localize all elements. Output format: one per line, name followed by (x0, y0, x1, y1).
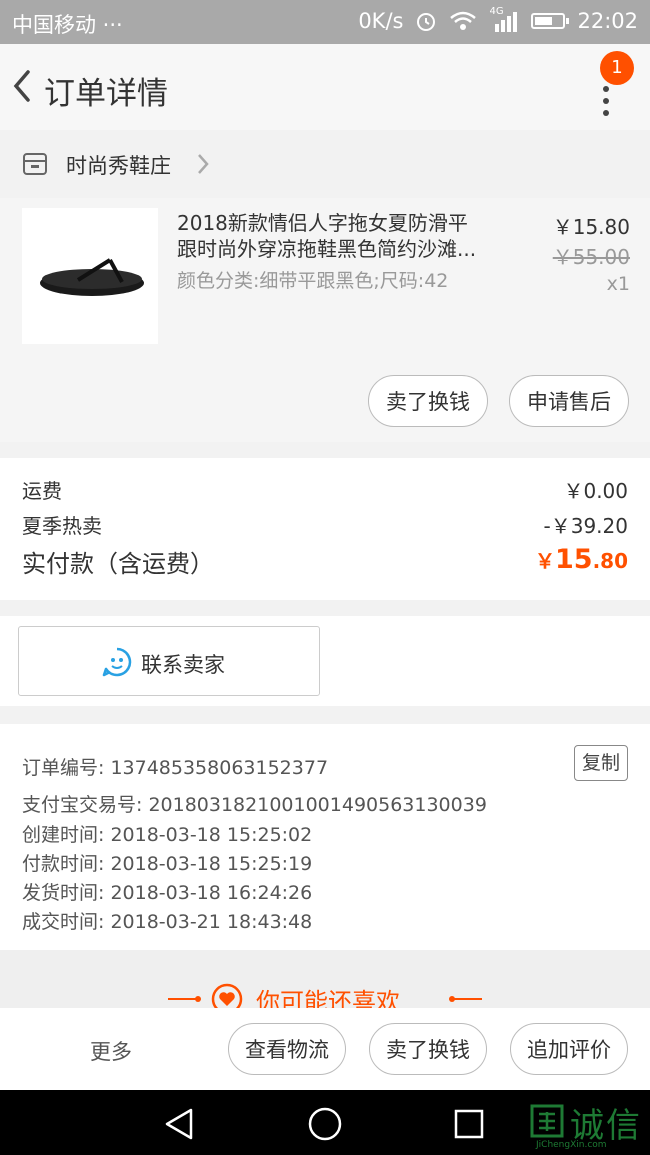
product-thumbnail[interactable] (22, 208, 158, 344)
back-arrow-icon[interactable] (8, 66, 38, 106)
app-header: 订单详情 (0, 44, 650, 130)
contact-seller-button[interactable]: 联系卖家 (18, 626, 320, 696)
contact-seller-label: 联系卖家 (141, 653, 225, 677)
alarm-icon (417, 13, 436, 31)
more-button[interactable]: 更多 (90, 1036, 132, 1066)
total-integer: 15 (554, 544, 593, 575)
wifi-icon (450, 11, 477, 30)
status-bar: 中国移动 ··· 0K/s 4G 22:02 (0, 0, 650, 44)
signal-icon: 4G (489, 6, 519, 32)
nav-home-icon[interactable] (307, 1106, 343, 1142)
shop-row[interactable]: 时尚秀鞋庄 (0, 130, 650, 198)
shop-name: 时尚秀鞋庄 (66, 154, 171, 178)
after-sale-button[interactable]: 申请售后 (509, 375, 629, 427)
alipay-trade-number: 支付宝交易号: 2018031821001001490563130039 (22, 794, 487, 816)
divider-left-icon (168, 996, 201, 1002)
shipping-value: ￥0.00 (563, 479, 628, 503)
promo-value: -￥39.20 (543, 514, 628, 538)
add-review-button[interactable]: 追加评价 (510, 1023, 628, 1075)
chevron-right-icon (198, 154, 209, 174)
completed-time: 成交时间: 2018-03-21 18:43:48 (22, 911, 313, 933)
chat-face-icon (102, 647, 132, 677)
order-info: 订单编号: 1374853580631523​77 复制 支付宝交易号: 201… (0, 724, 650, 950)
price-summary: 运费 ￥0.00 夏季热卖 -￥39.20 实付款（含运费） ￥15.80 (0, 458, 650, 600)
product-sku: 颜色分类:细带平跟黑色;尺码:42 (177, 270, 449, 292)
nav-recents-icon[interactable] (453, 1108, 485, 1140)
heart-icon (211, 983, 243, 1008)
total-decimal: .80 (592, 549, 628, 573)
product-original-price: ￥55.00 (552, 245, 630, 269)
notification-badge: 1 (600, 51, 634, 85)
product-title-line1: 2018新款情侣人字拖女夏防滑平 (177, 211, 468, 235)
order-number: 订单编号: 1374853580631523​77 (22, 757, 329, 779)
clock: 22:02 (577, 9, 638, 33)
shipped-time: 发货时间: 2018-03-18 16:24:26 (22, 882, 313, 904)
promo-row: 夏季热卖 -￥39.20 (22, 510, 628, 539)
total-value: ￥15.80 (535, 544, 628, 579)
shipping-row: 运费 ￥0.00 (22, 475, 628, 504)
promo-label: 夏季热卖 (22, 514, 102, 538)
shipping-label: 运费 (22, 479, 62, 503)
nav-back-icon[interactable] (163, 1107, 197, 1141)
sell-for-cash-bottom-button[interactable]: 卖了换钱 (369, 1023, 487, 1075)
copy-button[interactable]: 复制 (574, 745, 628, 781)
store-icon (23, 153, 47, 175)
created-time: 创建时间: 2018-03-18 15:25:02 (22, 824, 313, 846)
battery-icon (531, 13, 570, 29)
recommend-title: 你可能还喜欢 (256, 988, 400, 1008)
watermark-logo (530, 1104, 564, 1138)
total-label: 实付款（含运费） (22, 550, 214, 578)
product-title-line2: 跟时尚外穿凉拖鞋黑色简约沙滩... (177, 237, 477, 261)
product-card[interactable]: 2018新款情侣人字拖女夏防滑平 跟时尚外穿凉拖鞋黑色简约沙滩... 颜色分类:… (0, 198, 650, 442)
carrier-label: 中国移动 ··· (12, 13, 123, 37)
network-speed: 0K/s (358, 9, 404, 33)
divider-right-icon (449, 996, 482, 1002)
contact-section: 联系卖家 (0, 616, 650, 706)
paid-time: 付款时间: 2018-03-18 15:25:19 (22, 853, 313, 875)
recommend-section: 你可能还喜欢 (0, 950, 650, 1008)
page-title: 订单详情 (44, 76, 168, 112)
watermark-sub: JiChengXin.com (536, 1140, 607, 1150)
product-title[interactable]: 2018新款情侣人字拖女夏防滑平 跟时尚外穿凉拖鞋黑色简约沙滩... (177, 210, 512, 262)
view-logistics-button[interactable]: 查看物流 (228, 1023, 346, 1075)
total-currency: ￥ (534, 549, 555, 573)
product-price: ￥15.80 (552, 215, 630, 239)
sell-for-cash-button[interactable]: 卖了换钱 (368, 375, 488, 427)
product-quantity: x1 (606, 273, 630, 295)
total-row: 实付款（含运费） ￥15.80 (22, 544, 628, 579)
flip-flop-image (40, 258, 144, 296)
bottom-action-bar: 更多 查看物流 卖了换钱 追加评价 (0, 1008, 650, 1090)
